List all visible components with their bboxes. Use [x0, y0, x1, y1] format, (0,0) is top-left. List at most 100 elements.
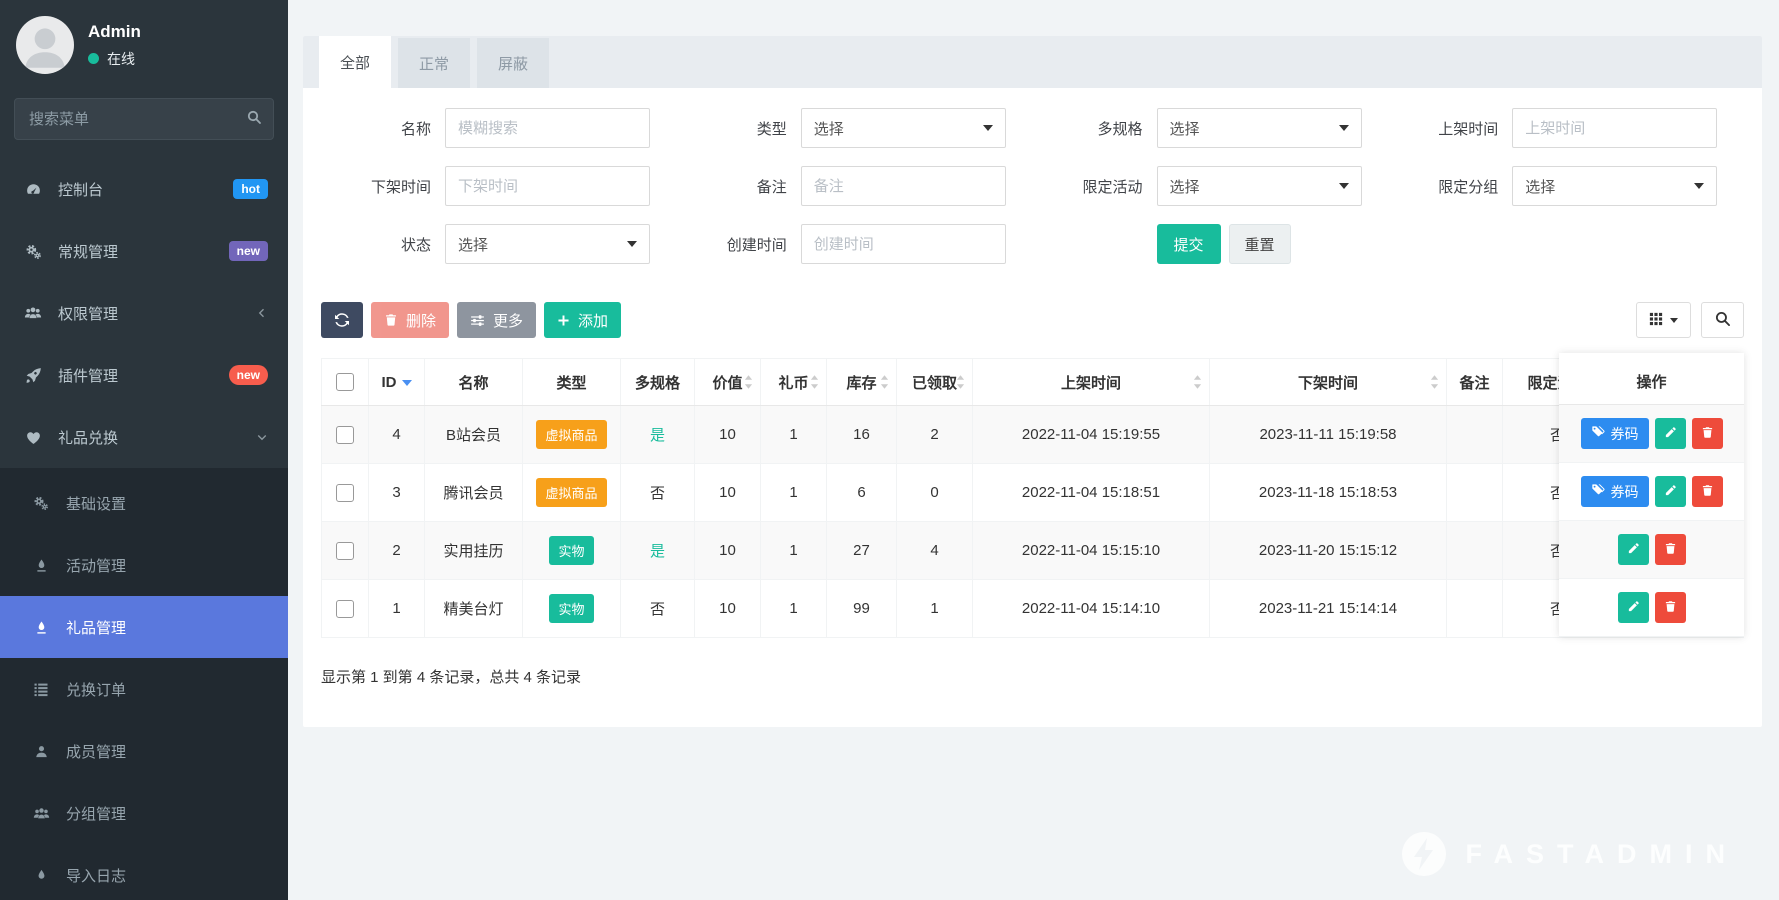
submit-button[interactable]: 提交	[1157, 224, 1221, 264]
received-cell: 2	[897, 406, 973, 464]
sidebar-item-import-log[interactable]: 导入日志	[0, 844, 288, 900]
more-button[interactable]: 更多	[457, 302, 536, 338]
header-label: 多规格	[635, 375, 680, 392]
filter-label: 限定活动	[1033, 176, 1143, 197]
id-cell: 1	[369, 580, 425, 638]
trash-icon	[384, 313, 398, 327]
search-icon	[246, 109, 262, 129]
status-select[interactable]: 选择	[445, 224, 650, 264]
sidebar-item-gift[interactable]: 礼品兑换	[0, 406, 288, 468]
row-checkbox[interactable]	[336, 542, 354, 560]
tab-all[interactable]: 全部	[319, 36, 391, 88]
received-cell: 4	[897, 522, 973, 580]
row-checkbox[interactable]	[336, 600, 354, 618]
panel: 全部 正常 屏蔽 名称 类型 选择 多规格	[303, 36, 1762, 727]
delete-row-button[interactable]	[1655, 534, 1686, 565]
sidebar-item-label: 控制台	[58, 179, 233, 200]
add-button[interactable]: 添加	[544, 302, 621, 338]
sidebar-item-gift-manage[interactable]: 礼品管理	[0, 596, 288, 658]
sidebar-item-label: 成员管理	[66, 741, 268, 762]
delete-button[interactable]: 删除	[371, 302, 449, 338]
name-cell: 实用挂历	[425, 522, 523, 580]
sidebar-item-dashboard[interactable]: 控制台 hot	[0, 158, 288, 220]
received-cell: 1	[897, 580, 973, 638]
header-coin[interactable]: 礼币	[761, 359, 827, 406]
header-label: 上架时间	[1061, 375, 1121, 392]
chevron-left-icon	[256, 307, 268, 319]
type-select[interactable]: 选择	[801, 108, 1006, 148]
edit-button[interactable]	[1655, 418, 1686, 449]
tab-normal[interactable]: 正常	[398, 38, 470, 88]
off-time-input[interactable]	[445, 166, 650, 206]
header-on-time[interactable]: 上架时间	[973, 359, 1210, 406]
online-dot-icon	[88, 53, 99, 64]
id-cell: 2	[369, 522, 425, 580]
edit-button[interactable]	[1618, 592, 1649, 623]
on-time-input[interactable]	[1512, 108, 1717, 148]
select-all-checkbox[interactable]	[336, 373, 354, 391]
plus-icon	[557, 314, 570, 327]
reset-button[interactable]: 重置	[1229, 224, 1291, 264]
header-value[interactable]: 价值	[695, 359, 761, 406]
search-toggle-button[interactable]	[1701, 302, 1744, 338]
gift-table: ID 名称 类型 多规格 价值 礼币 库存 已领取 上架时间 下架时间 备注	[321, 358, 1744, 638]
edit-button[interactable]	[1618, 534, 1649, 565]
on-time-cell: 2022-11-04 15:15:10	[973, 522, 1210, 580]
sidebar-item-members[interactable]: 成员管理	[0, 720, 288, 782]
filter-label: 上架时间	[1388, 118, 1498, 139]
sidebar-item-groups[interactable]: 分组管理	[0, 782, 288, 844]
sidebar-item-base-config[interactable]: 基础设置	[0, 472, 288, 534]
row-checkbox[interactable]	[336, 426, 354, 444]
coupon-button[interactable]: 券码	[1581, 418, 1649, 449]
pencil-icon	[1664, 426, 1677, 442]
watermark-text: FASTADMIN	[1466, 839, 1739, 870]
header-received[interactable]: 已领取	[897, 359, 973, 406]
filter-label: 状态	[321, 234, 431, 255]
sidebar-item-addon[interactable]: 插件管理 new	[0, 344, 288, 406]
row-checkbox[interactable]	[336, 484, 354, 502]
coin-cell: 1	[761, 406, 827, 464]
header-label: 下架时间	[1298, 375, 1358, 392]
delete-row-button[interactable]	[1655, 592, 1686, 623]
header-id[interactable]: ID	[369, 359, 425, 406]
filter-multispec: 多规格 选择	[1033, 108, 1389, 148]
refresh-button[interactable]	[321, 302, 363, 338]
menu-search	[14, 98, 274, 140]
remark-input[interactable]	[801, 166, 1006, 206]
delete-row-button[interactable]	[1692, 418, 1723, 449]
dashboard-icon	[22, 181, 44, 198]
remark-cell	[1447, 406, 1503, 464]
multispec-select[interactable]: 选择	[1157, 108, 1362, 148]
id-cell: 3	[369, 464, 425, 522]
chevron-down-icon	[256, 431, 268, 443]
sidebar-item-exchange-orders[interactable]: 兑换订单	[0, 658, 288, 720]
sidebar-item-activity[interactable]: 活动管理	[0, 534, 288, 596]
filter-remark: 备注	[677, 166, 1033, 206]
limited-group-select[interactable]: 选择	[1512, 166, 1717, 206]
header-stock[interactable]: 库存	[827, 359, 897, 406]
create-time-input[interactable]	[801, 224, 1006, 264]
delete-row-button[interactable]	[1692, 476, 1723, 507]
actions-cell	[1559, 521, 1744, 579]
coupon-button[interactable]: 券码	[1581, 476, 1649, 507]
coupon-button-label: 券码	[1611, 482, 1639, 502]
avatar[interactable]	[16, 16, 74, 74]
sort-carets-icon	[956, 375, 965, 389]
sidebar-item-general[interactable]: 常规管理 new	[0, 220, 288, 282]
trash-icon	[1664, 542, 1677, 558]
edit-button[interactable]	[1655, 476, 1686, 507]
table-toolbar: 删除 更多 添加	[321, 302, 1744, 338]
name-input[interactable]	[445, 108, 650, 148]
header-label: ID	[382, 374, 397, 391]
sliders-icon	[470, 313, 485, 328]
columns-button[interactable]	[1636, 302, 1691, 338]
tags-icon	[1591, 425, 1605, 442]
header-off-time[interactable]: 下架时间	[1210, 359, 1447, 406]
tab-blocked[interactable]: 屏蔽	[477, 38, 549, 88]
limited-activity-select[interactable]: 选择	[1157, 166, 1362, 206]
header-label: 库存	[846, 375, 876, 392]
sidebar-item-auth[interactable]: 权限管理	[0, 282, 288, 344]
caret-down-icon	[1339, 183, 1349, 189]
type-badge: 实物	[549, 594, 593, 623]
menu-search-input[interactable]	[14, 98, 274, 140]
